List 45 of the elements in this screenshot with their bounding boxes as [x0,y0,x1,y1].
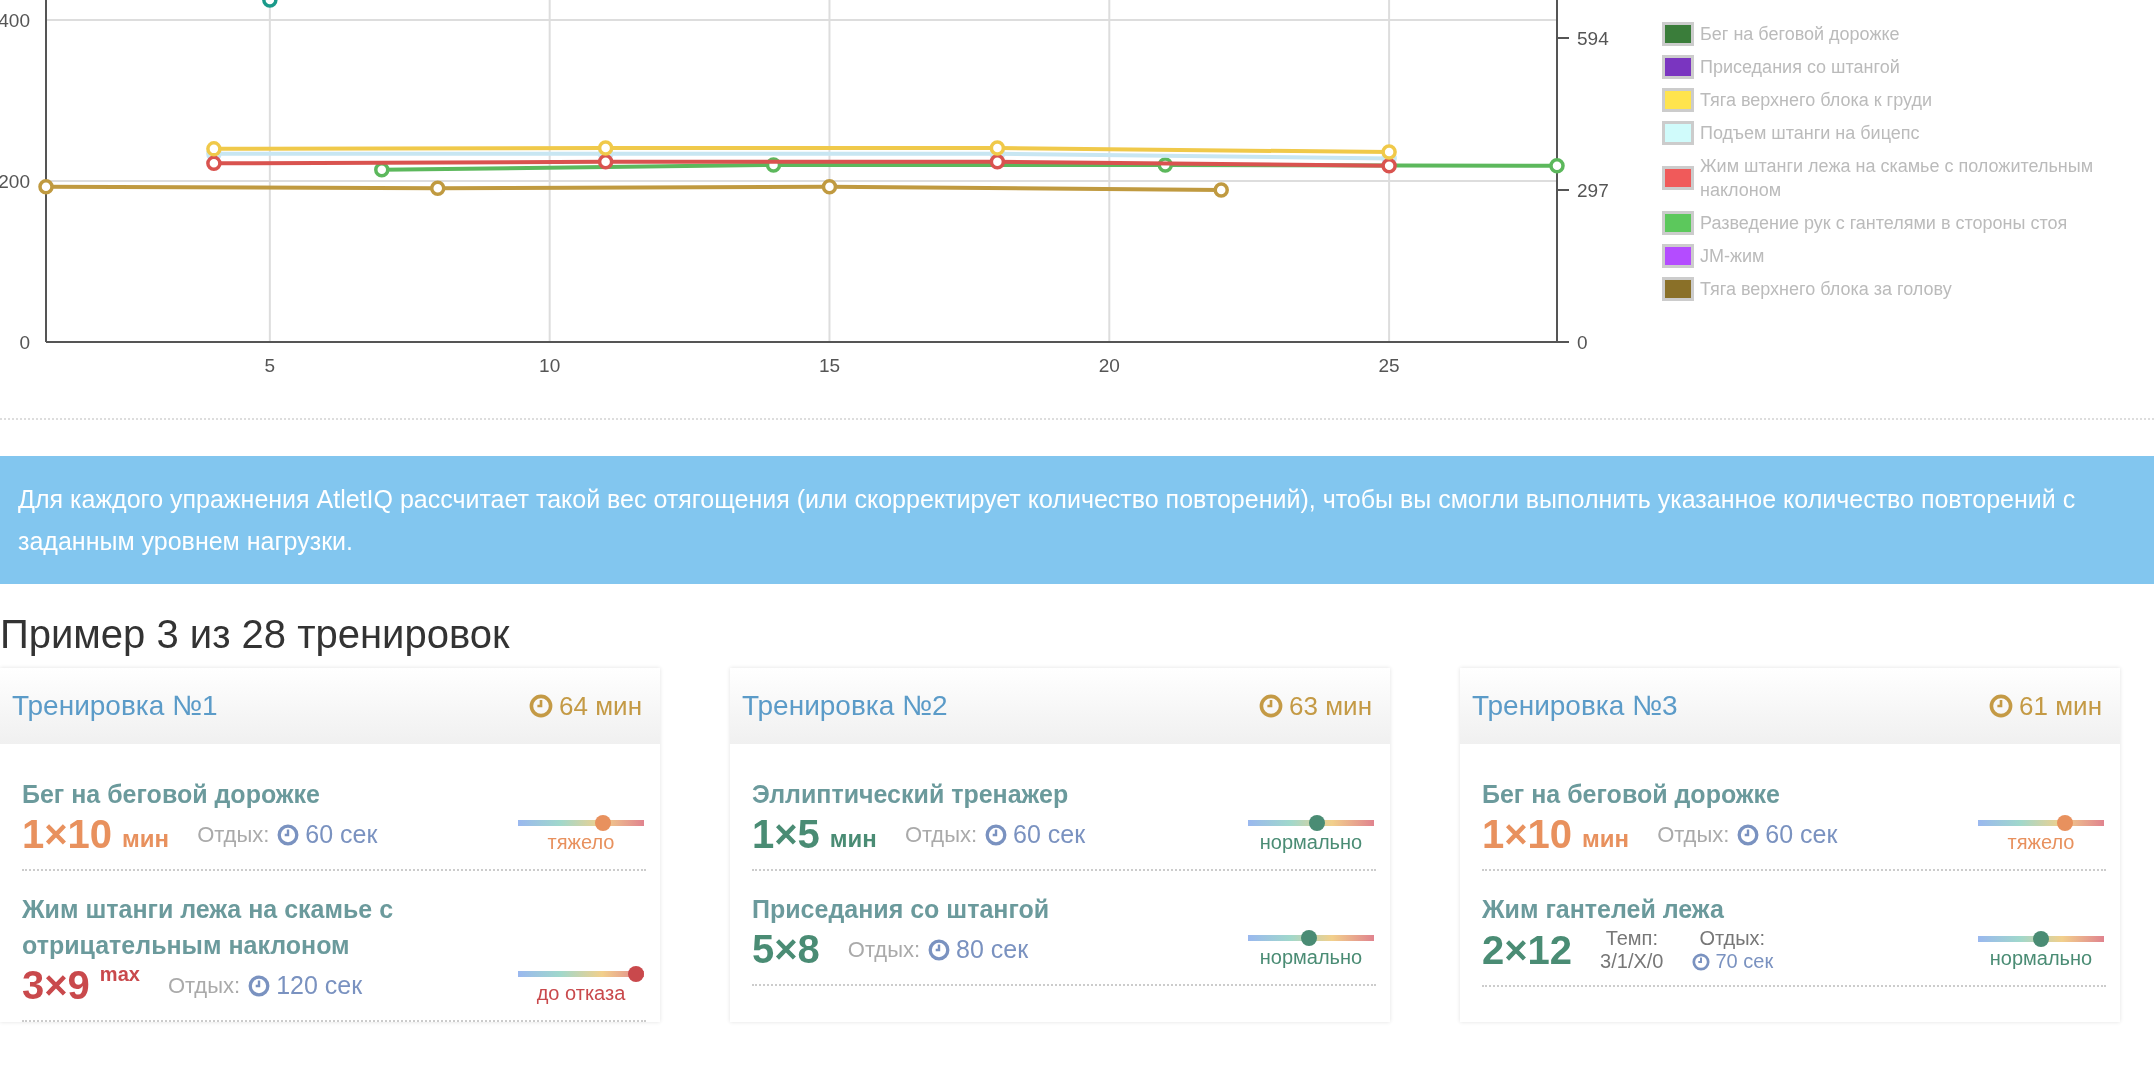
tempo-label: Темп: [1605,927,1658,950]
tempo-value: 3/1/X/0 [1600,950,1664,973]
section-heading: Пример 3 из 28 тренировок [0,611,511,658]
rest-label: Отдых: [904,821,978,848]
rest-time: 70 сек [1715,950,1774,973]
sets-unit: мин [1582,825,1630,853]
intensity-label: нормально [1259,946,1363,968]
info-banner: Для каждого упражнения AtletIQ рассчитает такой вес отягощения (или скорректирует количество повторений), чтобы вы смогли выполнить указанное количество повторений с заданным уровнем нагрузки. [0,456,2154,584]
rest-label: Отдых: [847,936,921,963]
sets-reps: 2×12 [1482,927,1573,973]
sets-reps: 1×10 [22,812,113,857]
intensity-label: нормально [1989,947,2093,969]
rest-time: 60 сек [305,820,378,849]
rest-time: 80 сек [956,935,1029,964]
axis-tick-label: 25 [1378,355,1400,376]
rest-label: Отдых: [1657,821,1730,848]
sets-reps: 5×8 [752,927,820,972]
axis-tick-label: 15 [818,355,841,376]
rest-label: Отдых: [167,972,241,999]
sets-reps: 1×5 [752,812,820,857]
axis-tick-label: 20 [1098,355,1120,376]
intensity-label: тяжело [547,831,615,853]
rest-time: 60 сек [1013,820,1086,849]
sets-unit: мин [122,825,170,853]
duration-text: 64 мин [559,690,642,722]
axis-tick-label: 297 [1577,180,1609,201]
axis-tick-label: 200 [0,171,30,193]
rest-label: Отдых: [1699,927,1766,950]
sets-unit: мин [829,825,877,853]
rest-time: 60 сек [1765,820,1838,849]
duration-text: 63 мин [1289,690,1372,722]
intensity-label: тяжело [2007,831,2075,853]
axis-tick-label: 10 [539,355,561,376]
sets-reps: 3×9 [22,963,90,1008]
axis-tick-label: 594 [1577,28,1609,49]
rest-time: 120 сек [276,971,363,1000]
axis-tick-label: 0 [1577,332,1588,353]
sets-reps: 1×10 [1482,812,1573,857]
sets-unit: max [99,963,140,986]
axis-tick-label: 5 [264,355,276,376]
intensity-label: до отказа [536,982,626,1004]
duration-text: 61 мин [2019,690,2102,722]
intensity-label: нормально [1259,831,1363,853]
rest-label: Отдых: [197,821,270,848]
axis-tick-label: 0 [19,332,30,353]
